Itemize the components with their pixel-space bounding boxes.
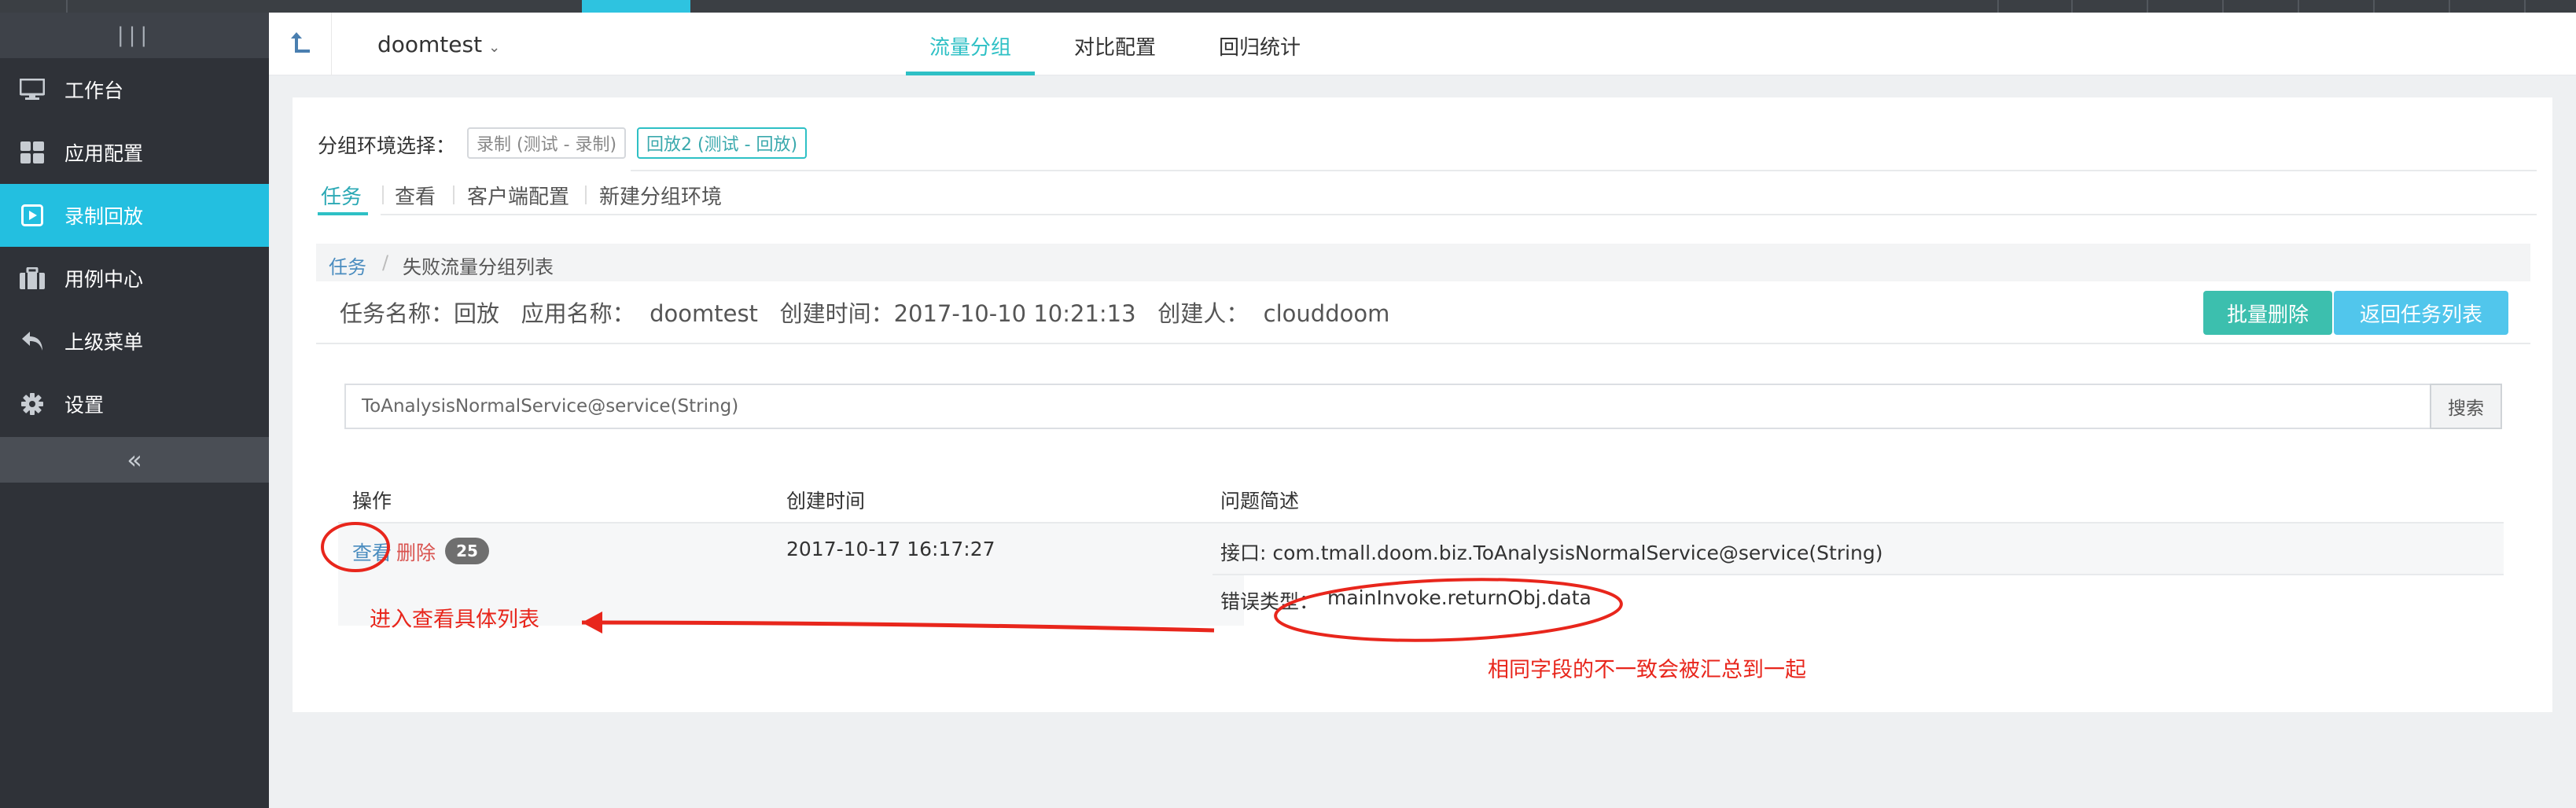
- app-selector[interactable]: doomtest ⌄: [377, 31, 500, 57]
- subtab-underline: [318, 212, 368, 215]
- sidebar-item-label: 工作台: [64, 79, 124, 102]
- error-type-value: mainInvoke.returnObj.data: [1327, 586, 1592, 609]
- menu-lines-icon: |||: [116, 24, 153, 47]
- col-header-summary: 问题简述: [1220, 490, 1300, 512]
- top-strip-sep: [2524, 0, 2526, 13]
- briefcase-icon: [0, 267, 64, 289]
- env-select-label: 分组环境选择：: [318, 134, 456, 157]
- monitor-icon: [0, 79, 64, 101]
- sidebar-item-label: 上级菜单: [64, 331, 144, 354]
- sidebar-item-label: 用例中心: [64, 268, 144, 291]
- annotation-left-text: 进入查看具体列表: [370, 608, 539, 632]
- play-icon: [0, 204, 64, 226]
- breadcrumb: 任务 / 失败流量分组列表: [316, 244, 2530, 281]
- sidebar-item-label: 设置: [64, 394, 105, 417]
- col-header-created: 创建时间: [786, 490, 866, 512]
- top-strip-sep: [2071, 0, 2073, 13]
- env-option-replay[interactable]: 回放2 (测试 - 回放): [637, 127, 808, 159]
- tab-traffic-group[interactable]: 流量分组: [905, 31, 1036, 75]
- interface-text: 接口: com.tmall.doom.biz.ToAnalysisNormalS…: [1220, 542, 1883, 564]
- tab-regression-stats[interactable]: 回归统计: [1219, 31, 1301, 75]
- header: doomtest ⌄ 流量分组 对比配置 回归统计: [269, 13, 2576, 75]
- back-arrow-icon: [289, 31, 311, 57]
- sidebar-item-app-config[interactable]: 应用配置: [0, 121, 269, 184]
- subtab-separator: [382, 185, 384, 204]
- sidebar-item-label: 应用配置: [64, 142, 144, 165]
- search-input[interactable]: ToAnalysisNormalService@service(String): [344, 384, 2430, 429]
- top-strip-active-tab[interactable]: [582, 0, 690, 13]
- col-header-actions: 操作: [352, 490, 392, 512]
- view-link[interactable]: 查看: [352, 538, 392, 566]
- top-strip-sep: [1997, 0, 1999, 13]
- main-panel: 分组环境选择： 录制 (测试 - 录制) 回放2 (测试 - 回放) 任务 查看…: [293, 97, 2552, 712]
- grid-icon: [0, 141, 64, 163]
- count-badge: 25: [445, 538, 489, 564]
- subtab-new-env[interactable]: 新建分组环境: [599, 181, 722, 210]
- divider: [316, 343, 2530, 344]
- search-button[interactable]: 搜索: [2430, 384, 2502, 429]
- batch-delete-button[interactable]: 批量删除: [2203, 291, 2332, 335]
- subtab-client-config[interactable]: 客户端配置: [467, 181, 569, 210]
- divider: [631, 170, 2537, 171]
- undo-icon: [0, 330, 64, 352]
- top-strip-sep: [2298, 0, 2299, 13]
- back-button[interactable]: [269, 13, 332, 75]
- divider: [1213, 574, 2504, 575]
- sidebar-collapse[interactable]: «: [0, 437, 269, 483]
- sidebar-item-parent-menu[interactable]: 上级菜单: [0, 310, 269, 373]
- back-to-task-list-button[interactable]: 返回任务列表: [2334, 291, 2508, 335]
- created-time: 2017-10-17 16:17:27: [786, 538, 995, 560]
- sidebar-toggle[interactable]: |||: [0, 13, 269, 58]
- sidebar-item-case-center[interactable]: 用例中心: [0, 247, 269, 310]
- app-name: doomtest: [377, 31, 483, 57]
- top-strip-sep: [2373, 0, 2375, 13]
- top-strip-sep: [2222, 0, 2224, 13]
- subtab-view[interactable]: 查看: [395, 181, 436, 210]
- env-option-record[interactable]: 录制 (测试 - 录制): [467, 127, 627, 159]
- top-strip: [0, 0, 2576, 13]
- divider: [381, 214, 2537, 215]
- subtab-separator: [453, 185, 454, 204]
- subtab-separator: [585, 185, 587, 204]
- sidebar-item-workbench[interactable]: 工作台: [0, 58, 269, 121]
- annotation-right-text: 相同字段的不一致会被汇总到一起: [1488, 658, 1806, 682]
- top-strip-sep: [2449, 0, 2450, 13]
- sidebar-item-settings[interactable]: 设置: [0, 373, 269, 435]
- breadcrumb-current: 失败流量分组列表: [403, 256, 554, 278]
- double-chevron-left-icon: «: [127, 445, 142, 475]
- sidebar-item-record-replay[interactable]: 录制回放: [0, 184, 269, 247]
- chevron-down-icon: ⌄: [488, 39, 501, 56]
- tab-compare-config[interactable]: 对比配置: [1074, 31, 1156, 75]
- sidebar: ||| 工作台 应用配置 录制回放 用例中心 上级菜单 设置 «: [0, 13, 269, 808]
- subtab-task[interactable]: 任务: [321, 181, 362, 210]
- breadcrumb-root[interactable]: 任务: [329, 252, 366, 279]
- task-info: 任务名称：回放 应用名称： doomtest 创建时间：2017-10-10 1…: [340, 300, 1390, 327]
- top-strip-sep: [66, 0, 68, 13]
- top-strip-sep: [2147, 0, 2148, 13]
- error-type-label: 错误类型：: [1220, 590, 1319, 613]
- delete-link[interactable]: 删除: [396, 538, 436, 566]
- gear-icon: [0, 393, 64, 415]
- sidebar-item-label: 录制回放: [64, 205, 144, 228]
- breadcrumb-separator: /: [382, 252, 389, 274]
